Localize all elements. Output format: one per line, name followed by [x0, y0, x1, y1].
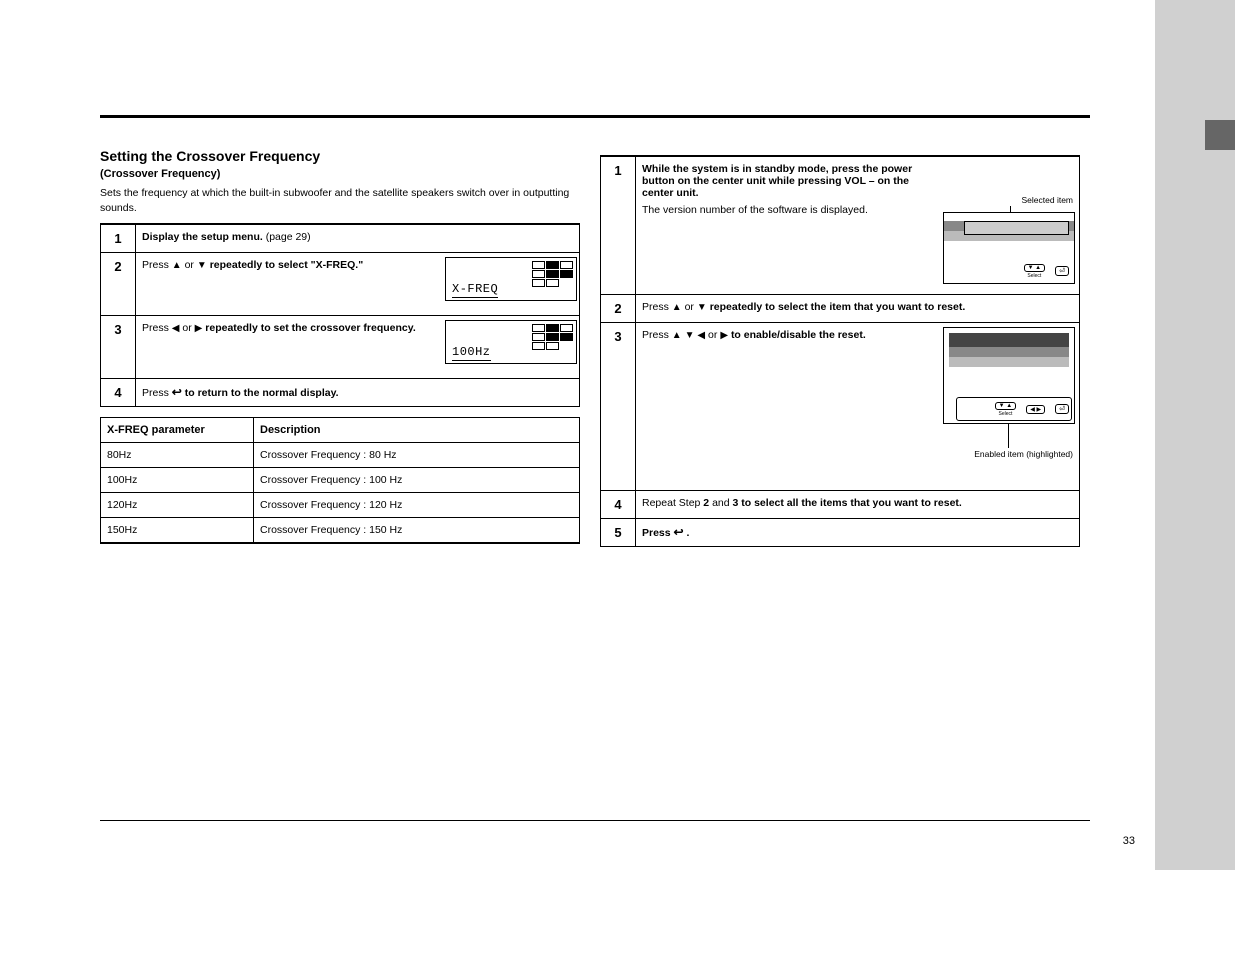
left-step-1: 1 Display the setup menu. (page 29): [101, 224, 580, 253]
right-step-4: 4 Repeat Step 2 and 3 to select all the …: [601, 491, 1080, 519]
lcd-screen-100hz: 100Hz: [445, 320, 575, 364]
right-step-3: 3 Press ▲ ▼ ◀ or ▶ to enable/disable the…: [601, 323, 1080, 491]
enabled-item-label: Enabled item (highlighted): [974, 449, 1073, 459]
left-step-3: 3 Press ◀ or ▶ repeatedly to set the cro…: [101, 316, 580, 379]
params-table: X-FREQ parameter Description 80HzCrossov…: [100, 417, 580, 544]
page-number: 33: [1123, 835, 1135, 847]
left-step-2: 2 Press ▲ or ▼ repeatedly to select "X-F…: [101, 253, 580, 316]
down-icon: ▼: [197, 260, 207, 271]
right-steps-table: 1 While the system is in standby mode, p…: [600, 155, 1080, 547]
left-title: Setting the Crossover Frequency: [100, 148, 580, 164]
return-icon: [172, 387, 182, 399]
left-steps-table: 1 Display the setup menu. (page 29) 2 Pr…: [100, 223, 580, 407]
left-subtitle: (Crossover Frequency): [100, 168, 580, 180]
left-icon: ◀: [697, 330, 705, 341]
selected-item-label: Selected item: [1022, 195, 1074, 205]
return-icon: [674, 527, 684, 539]
tv-screen-2: ▼ ▲Select ◀ ▶ ⏎: [943, 327, 1075, 424]
left-step-4: 4 Press to return to the normal display.: [101, 379, 580, 407]
left-column: Setting the Crossover Frequency (Crossov…: [100, 143, 580, 547]
left-icon: ◀: [172, 323, 180, 334]
right-step-5: 5 Press .: [601, 519, 1080, 547]
up-icon: ▲: [672, 330, 682, 341]
down-icon: ▼: [685, 330, 695, 341]
down-icon: ▼: [697, 302, 707, 313]
right-column: 1 While the system is in standby mode, p…: [600, 155, 1080, 547]
lcd-screen-xfreq: X-FREQ: [445, 257, 575, 301]
right-icon: ▶: [195, 323, 203, 334]
up-icon: ▲: [172, 260, 182, 271]
up-icon: ▲: [672, 302, 682, 313]
right-icon: ▶: [720, 330, 728, 341]
tv-screen-1: ▼ ▲Select ⏎: [943, 212, 1075, 284]
right-step-2: 2 Press ▲ or ▼ repeatedly to select the …: [601, 295, 1080, 323]
right-step-1: 1 While the system is in standby mode, p…: [601, 156, 1080, 295]
left-intro: Sets the frequency at which the built-in…: [100, 186, 580, 215]
